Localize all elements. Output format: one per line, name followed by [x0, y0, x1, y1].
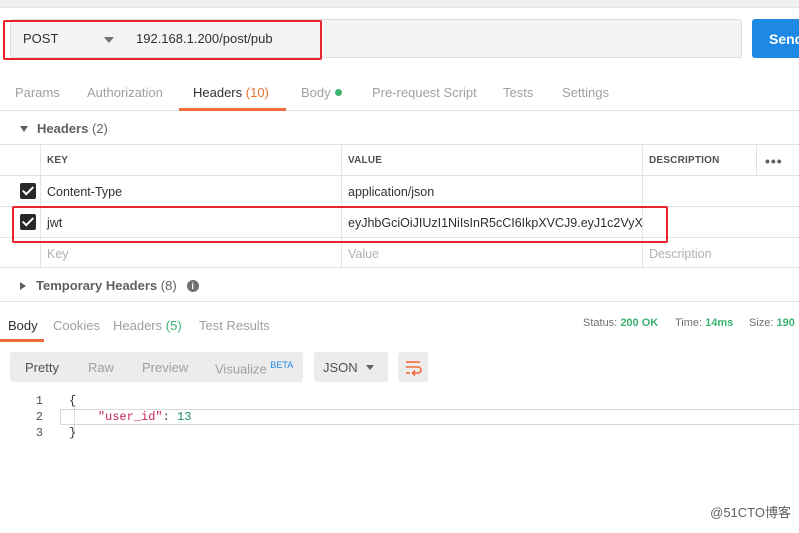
json-separator: :: [162, 410, 178, 424]
format-select[interactable]: JSON: [314, 352, 388, 382]
more-options-icon[interactable]: •••: [765, 153, 783, 169]
time-value[interactable]: 14ms: [705, 317, 733, 329]
code-text: "user_id": 13: [69, 409, 192, 425]
wrap-lines-icon: [406, 361, 422, 377]
window-top-strip: [0, 0, 799, 8]
active-tab-underline: [179, 108, 286, 111]
column-value: VALUE: [341, 145, 642, 176]
table-row: Content-Type application/json: [0, 175, 799, 207]
tab-body-label: Body: [301, 85, 331, 100]
code-line: 3 }: [0, 425, 799, 441]
tab-headers-label: Headers: [193, 85, 243, 100]
method-label: POST: [23, 31, 59, 46]
tab-prerequest-script[interactable]: Pre-request Script: [372, 85, 477, 100]
tab-body[interactable]: Body: [301, 85, 342, 100]
temporary-headers-title: Temporary Headers: [36, 278, 158, 293]
resp-tab-body[interactable]: Body: [8, 318, 38, 333]
header-value-cell[interactable]: application/json: [341, 176, 642, 207]
tab-headers-count: (10): [245, 85, 269, 100]
status-value[interactable]: 200 OK: [620, 317, 658, 329]
header-key-cell[interactable]: jwt: [40, 207, 341, 238]
new-key-input[interactable]: Key: [40, 238, 341, 269]
column-description: DESCRIPTION: [642, 145, 756, 176]
header-description-cell[interactable]: [642, 207, 799, 238]
resp-tab-headers-count: (5): [165, 318, 182, 333]
code-line: 2 "user_id": 13: [0, 409, 799, 425]
new-value-input[interactable]: Value: [341, 238, 642, 269]
indent-guide: [74, 408, 75, 432]
url-input[interactable]: [126, 19, 742, 58]
column-key: KEY: [40, 145, 341, 176]
table-row: jwt eyJhbGciOiJIUzI1NiIsInR5cCI6IkpXVCJ9…: [0, 206, 799, 238]
beta-badge: BETA: [270, 360, 294, 370]
view-tab-visualize-label: Visualize: [215, 361, 267, 377]
tab-settings[interactable]: Settings: [562, 85, 609, 100]
view-tab-pretty[interactable]: Pretty: [25, 360, 59, 375]
request-tabs: Params Authorization Headers (10) Body P…: [0, 73, 799, 111]
row-checkbox[interactable]: [20, 214, 36, 230]
body-indicator-dot-icon: [334, 89, 342, 97]
header-description-cell[interactable]: [642, 176, 799, 207]
resp-tab-headers-label: Headers: [113, 318, 163, 333]
size-value[interactable]: 190: [777, 317, 795, 329]
resp-tab-headers[interactable]: Headers (5): [113, 318, 182, 333]
json-value: 13: [177, 410, 192, 424]
time-readout: Time: 14ms: [675, 317, 733, 329]
line-number: 1: [35, 394, 43, 408]
view-tab-raw[interactable]: Raw: [88, 360, 114, 375]
headers-section-title: Headers: [37, 121, 89, 136]
tab-authorization[interactable]: Authorization: [87, 85, 163, 100]
caret-down-icon: [20, 125, 28, 132]
code-line: 1 {: [0, 393, 799, 409]
view-mode-tabs: Pretty Raw Preview Visualize BETA: [10, 352, 303, 382]
chevron-down-icon: [104, 37, 114, 43]
size-readout: Size: 190: [749, 317, 795, 329]
tab-tests[interactable]: Tests: [503, 85, 533, 100]
send-button[interactable]: Send: [752, 19, 799, 58]
header-key-cell[interactable]: Content-Type: [40, 176, 341, 207]
status-label: Status:: [583, 317, 618, 329]
temporary-headers-count: (8): [160, 278, 177, 293]
view-tab-visualize[interactable]: Visualize BETA: [215, 360, 293, 376]
resp-tab-cookies[interactable]: Cookies: [53, 318, 100, 333]
line-number: 2: [35, 410, 43, 424]
size-label: Size:: [749, 317, 774, 329]
line-number: 3: [35, 426, 43, 440]
wrap-lines-button[interactable]: [398, 352, 428, 382]
new-description-input[interactable]: Description: [642, 238, 799, 269]
method-select[interactable]: POST: [10, 19, 127, 58]
tab-params[interactable]: Params: [15, 85, 60, 100]
info-icon[interactable]: i: [186, 279, 199, 292]
header-value-cell[interactable]: eyJhbGciOiJIUzI1NiIsInR5cCI6IkpXVCJ9.eyJ…: [341, 207, 642, 238]
code-text: {: [69, 394, 77, 408]
resp-active-tab-underline: [0, 339, 44, 342]
resp-tab-test-results[interactable]: Test Results: [199, 318, 270, 333]
headers-section-toggle[interactable]: Headers (2): [20, 121, 108, 136]
status-readout: Status: 200 OK: [583, 317, 658, 329]
format-label: JSON: [323, 359, 358, 375]
view-tab-preview[interactable]: Preview: [142, 360, 188, 375]
code-text: }: [69, 426, 77, 440]
headers-section-count: (2): [91, 121, 108, 136]
row-checkbox[interactable]: [20, 183, 36, 199]
table-row-placeholder: Key Value Description: [0, 237, 799, 269]
table-header-row: KEY VALUE DESCRIPTION •••: [0, 144, 799, 176]
json-key: "user_id": [97, 410, 163, 424]
caret-right-icon: [20, 281, 26, 290]
time-label: Time:: [675, 317, 703, 329]
temporary-headers-toggle[interactable]: Temporary Headers (8) i: [20, 278, 199, 293]
watermark-text: @51CTO博客: [710, 505, 791, 520]
chevron-down-icon: [366, 365, 374, 370]
tab-headers[interactable]: Headers (10): [193, 85, 269, 100]
